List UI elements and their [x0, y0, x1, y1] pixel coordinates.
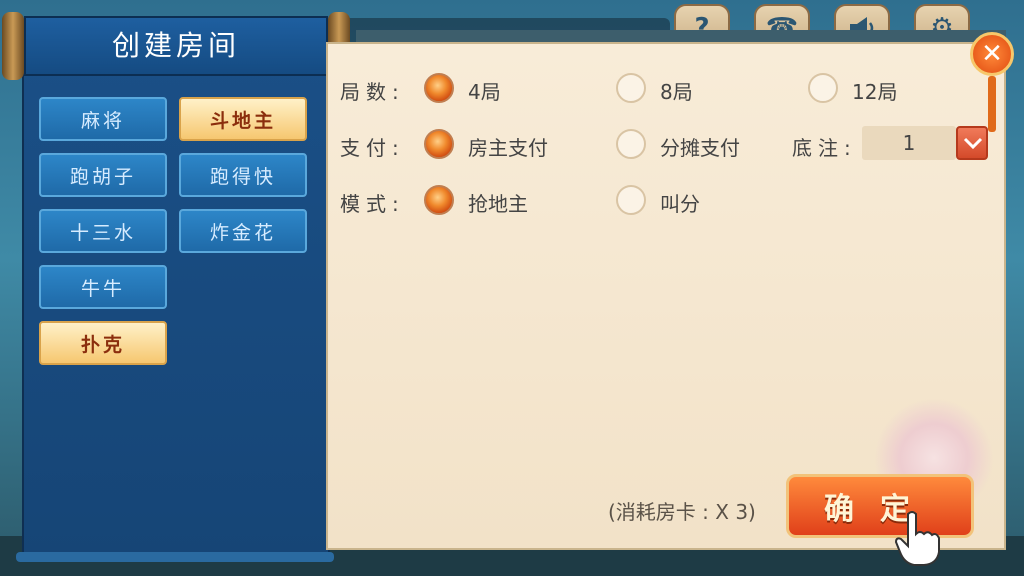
rounds-label: 局数:: [340, 80, 405, 104]
mode-bid-label[interactable]: 叫分: [660, 188, 700, 217]
mode-bid-radio[interactable]: [616, 185, 646, 215]
mode-grab-label[interactable]: 抢地主: [468, 188, 528, 217]
mode-grab-radio[interactable]: [424, 185, 454, 215]
game-tab-label: 牛牛: [80, 277, 125, 300]
game-tab-poker[interactable]: 扑克: [39, 321, 167, 365]
rounds-option-12-radio[interactable]: [808, 73, 838, 103]
dialog-title: 创建房间: [111, 29, 240, 62]
game-tab-mahjong[interactable]: 麻将: [39, 97, 167, 141]
game-tab-label: 十三水: [69, 221, 136, 244]
close-icon: ✕: [981, 39, 1003, 69]
game-tab-label: 跑得快: [209, 165, 276, 188]
game-tab-paohuzi[interactable]: 跑胡子: [39, 153, 167, 197]
room-card-cost: (消耗房卡 : X 3): [608, 500, 756, 524]
close-button[interactable]: ✕: [970, 32, 1014, 76]
tassel-decoration: [988, 76, 996, 132]
game-tab-label: 扑克: [80, 333, 125, 356]
payment-split-label[interactable]: 分摊支付: [660, 132, 740, 161]
title-banner: 创建房间: [0, 12, 352, 80]
game-tab-shisanshui[interactable]: 十三水: [39, 209, 167, 253]
panel-bottom-edge: [16, 552, 334, 562]
rounds-option-8-radio[interactable]: [616, 73, 646, 103]
game-tab-doudizhu[interactable]: 斗地主: [179, 97, 307, 141]
game-tab-label: 炸金花: [209, 221, 276, 244]
chevron-down-icon: [963, 137, 983, 150]
game-tab-zhajinhua[interactable]: 炸金花: [179, 209, 307, 253]
rounds-option-12-label[interactable]: 12局: [852, 76, 897, 105]
pointer-hand-icon: [894, 511, 940, 566]
game-tab-label: 跑胡子: [69, 165, 136, 188]
rounds-option-4-radio[interactable]: [424, 73, 454, 103]
scroll-roll-left: [2, 12, 24, 80]
game-tab-paodekuai[interactable]: 跑得快: [179, 153, 307, 197]
base-bet-label: 底注:: [792, 136, 857, 160]
rounds-option-8-label[interactable]: 8局: [660, 76, 693, 105]
rounds-option-4-label[interactable]: 4局: [468, 76, 501, 105]
payment-split-radio[interactable]: [616, 129, 646, 159]
payment-owner-radio[interactable]: [424, 129, 454, 159]
base-bet-value[interactable]: 1: [862, 126, 956, 160]
payment-owner-label[interactable]: 房主支付: [468, 132, 548, 161]
base-bet-dropdown[interactable]: [956, 126, 988, 160]
game-tab-label: 斗地主: [209, 109, 276, 132]
game-tab-niuniu[interactable]: 牛牛: [39, 265, 167, 309]
payment-label: 支付:: [340, 136, 405, 160]
game-tab-label: 麻将: [80, 109, 125, 132]
mode-label: 模式:: [340, 192, 405, 216]
